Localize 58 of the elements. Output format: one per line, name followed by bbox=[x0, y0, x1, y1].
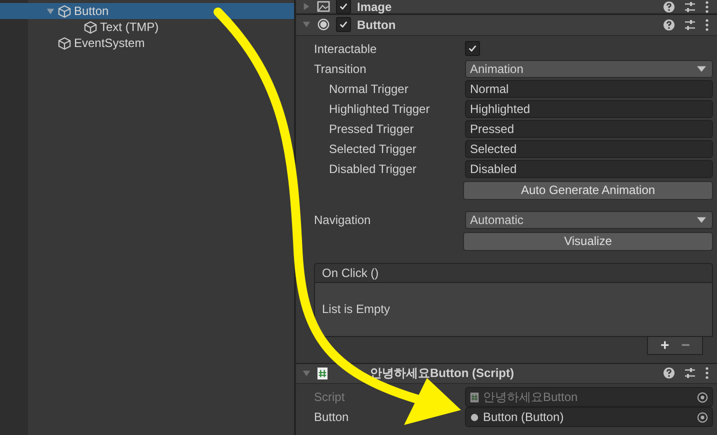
component-title: Button bbox=[357, 18, 396, 32]
text-field[interactable]: Normal bbox=[465, 80, 713, 98]
cube-icon bbox=[84, 20, 97, 34]
image-icon bbox=[317, 0, 330, 13]
kebab-menu-icon[interactable] bbox=[705, 18, 709, 31]
enable-checkbox[interactable] bbox=[336, 0, 351, 14]
field-label: Highlighted Trigger bbox=[328, 102, 431, 116]
field-label: Transition bbox=[314, 62, 368, 76]
component-header[interactable]: Button bbox=[296, 14, 717, 36]
field-label: Button bbox=[314, 410, 350, 424]
text-field[interactable]: Highlighted bbox=[465, 100, 713, 118]
object-picker-icon[interactable] bbox=[697, 392, 708, 402]
hierarchy-item[interactable]: Text (TMP) bbox=[0, 19, 294, 35]
object-field[interactable]: Button (Button) bbox=[465, 407, 713, 427]
sliders-icon[interactable] bbox=[684, 367, 696, 380]
component-title: Image bbox=[357, 0, 392, 14]
cube-icon bbox=[58, 4, 71, 18]
script-file-icon bbox=[317, 366, 328, 380]
object-picker-icon[interactable] bbox=[697, 412, 708, 422]
enable-checkbox[interactable] bbox=[336, 17, 351, 32]
cube-icon bbox=[58, 36, 71, 50]
help-icon[interactable] bbox=[663, 18, 675, 31]
checkmark-icon bbox=[468, 44, 477, 53]
hierarchy-item[interactable]: EventSystem bbox=[0, 35, 294, 51]
radio-circle-icon bbox=[317, 18, 330, 32]
text-field[interactable]: Selected bbox=[465, 140, 713, 158]
field-label: Navigation bbox=[314, 212, 372, 226]
help-icon[interactable] bbox=[663, 0, 675, 12]
add-button[interactable]: + bbox=[656, 336, 674, 354]
field-label: Normal Trigger bbox=[328, 82, 410, 96]
sliders-icon[interactable] bbox=[684, 0, 696, 12]
script-file-icon bbox=[470, 392, 479, 402]
kebab-menu-icon[interactable] bbox=[705, 0, 709, 12]
event-header: On Click () bbox=[314, 262, 713, 282]
field-label: Disabled Trigger bbox=[328, 162, 418, 176]
field-label: Pressed Trigger bbox=[328, 122, 415, 136]
component-title: 안녕하세요Button (Script) bbox=[370, 364, 514, 382]
component-header[interactable]: Image bbox=[296, 0, 717, 14]
action-button[interactable]: Auto Generate Animation bbox=[463, 180, 713, 200]
help-icon[interactable] bbox=[663, 367, 675, 380]
dropdown-arrow-icon bbox=[697, 66, 706, 72]
text-field[interactable]: Disabled bbox=[465, 160, 713, 178]
dropdown-arrow-icon bbox=[697, 216, 706, 222]
kebab-menu-icon[interactable] bbox=[705, 367, 709, 380]
interactable-checkbox[interactable] bbox=[465, 41, 480, 56]
dropdown-field[interactable]: Animation bbox=[465, 60, 713, 78]
field-label: Interactable bbox=[314, 42, 378, 56]
empty-list-text: List is Empty bbox=[322, 302, 390, 316]
action-button[interactable]: Visualize bbox=[463, 232, 713, 250]
object-field: 안녕하세요Button bbox=[465, 387, 713, 407]
hierarchy-item[interactable]: Button bbox=[0, 3, 294, 19]
field-label: Script bbox=[314, 390, 346, 404]
text-field[interactable]: Pressed bbox=[465, 120, 713, 138]
field-label: Selected Trigger bbox=[328, 142, 418, 156]
radio-circle-icon bbox=[470, 412, 479, 422]
component-header[interactable]: 안녕하세요Button (Script) bbox=[296, 362, 717, 384]
sliders-icon[interactable] bbox=[684, 18, 696, 31]
dropdown-field[interactable]: Automatic bbox=[465, 210, 713, 228]
